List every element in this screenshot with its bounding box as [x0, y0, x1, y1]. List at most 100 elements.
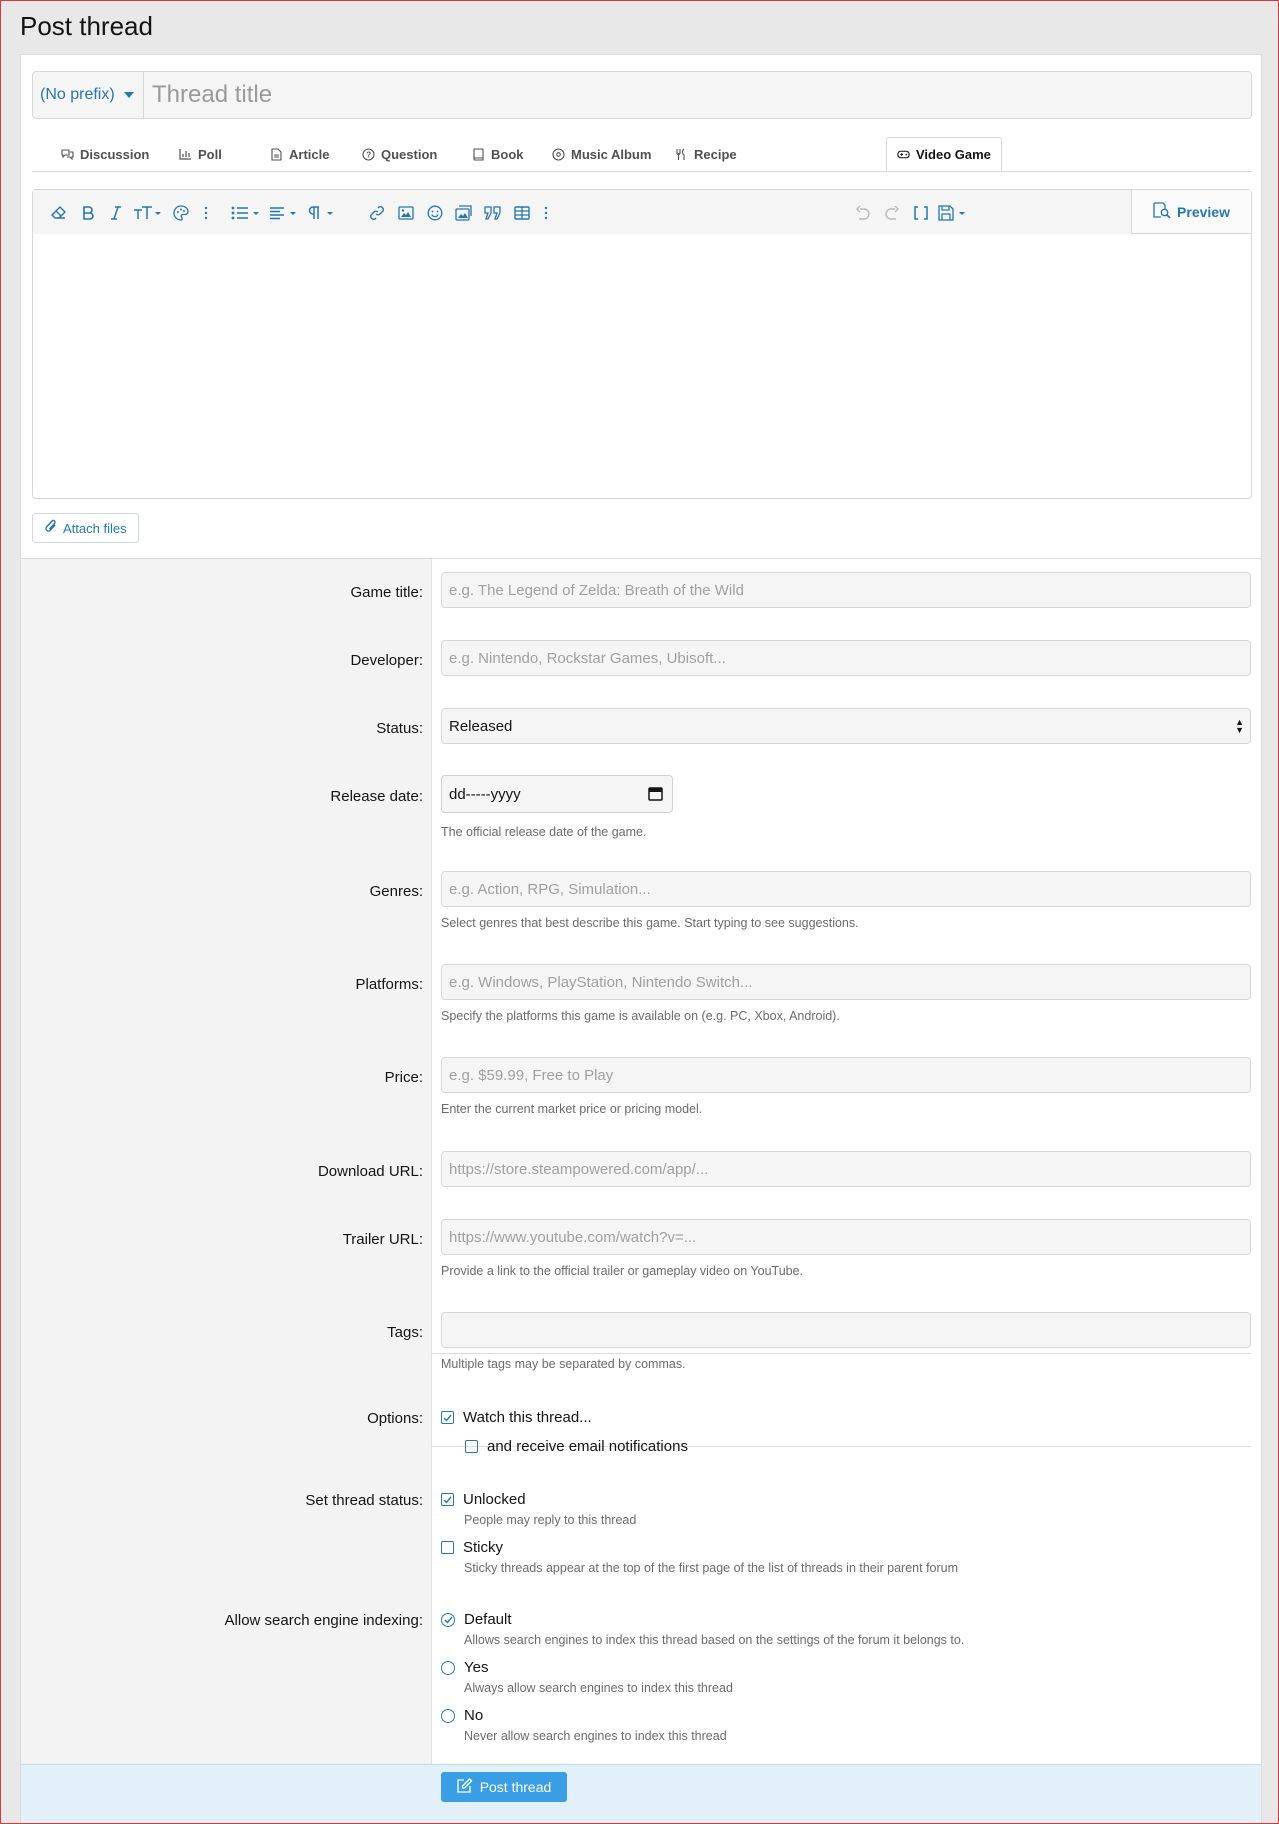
- divider: [431, 1353, 1251, 1354]
- indexing-default-radio[interactable]: Default: [441, 1611, 512, 1628]
- trailer-url-hint: Provide a link to the official trailer o…: [441, 1264, 804, 1278]
- tab-label: Music Album: [571, 146, 652, 162]
- bar-chart-icon: [179, 148, 192, 161]
- bold-icon[interactable]: [77, 202, 99, 224]
- eraser-icon[interactable]: [48, 202, 70, 224]
- genres-input[interactable]: e.g. Action, RPG, Simulation...: [441, 871, 1251, 907]
- gamepad-icon: [897, 148, 910, 161]
- prefix-label: (No prefix): [40, 86, 115, 103]
- date-value: dd-----yyyy: [449, 785, 521, 803]
- tab-article[interactable]: Article: [270, 137, 329, 171]
- release-date-label: Release date:: [330, 788, 423, 805]
- thread-title-input[interactable]: [144, 72, 1251, 118]
- list-icon[interactable]: [231, 202, 261, 224]
- preview-button[interactable]: Preview: [1131, 190, 1251, 234]
- italic-icon[interactable]: [105, 202, 127, 224]
- table-icon[interactable]: [511, 202, 533, 224]
- developer-label: Developer:: [350, 652, 423, 669]
- tab-video-game[interactable]: Video Game: [886, 137, 1002, 171]
- quote-icon[interactable]: [482, 202, 504, 224]
- platforms-hint: Specify the platforms this game is avail…: [441, 1009, 840, 1023]
- indexing-yes-radio[interactable]: Yes: [441, 1659, 488, 1676]
- label-column: [21, 559, 432, 1765]
- tab-question[interactable]: ? Question: [362, 137, 437, 171]
- text-size-icon[interactable]: [133, 202, 161, 224]
- custom-fields-section: Game title: e.g. The Legend of Zelda: Br…: [21, 558, 1261, 1765]
- developer-input[interactable]: e.g. Nintendo, Rockstar Games, Ubisoft..…: [441, 640, 1251, 676]
- link-icon[interactable]: [366, 202, 388, 224]
- align-icon[interactable]: [269, 202, 299, 224]
- download-url-input[interactable]: https://store.steampowered.com/app/...: [441, 1151, 1251, 1187]
- tab-discussion[interactable]: Discussion: [61, 137, 149, 171]
- watch-label: Watch this thread...: [463, 1409, 592, 1426]
- edit-icon: [457, 1778, 473, 1796]
- indexing-no-radio[interactable]: No: [441, 1707, 483, 1724]
- editor-content-area[interactable]: [33, 234, 1251, 498]
- options-label: Options:: [367, 1410, 423, 1427]
- sticky-checkbox[interactable]: Sticky: [441, 1539, 503, 1556]
- tab-label: Poll: [198, 146, 222, 162]
- checkbox-checked-icon: [441, 1411, 454, 1424]
- radio-selected-icon: [441, 1612, 455, 1627]
- price-label: Price:: [384, 1069, 423, 1086]
- price-input[interactable]: e.g. $59.99, Free to Play: [441, 1057, 1251, 1093]
- post-thread-form: (No prefix) Discussion Poll Article ? Qu…: [20, 54, 1262, 1823]
- tab-poll[interactable]: Poll: [179, 137, 222, 171]
- tab-label: Recipe: [694, 146, 737, 162]
- image-icon[interactable]: [395, 202, 417, 224]
- default-label: Default: [464, 1611, 512, 1628]
- tags-label: Tags:: [387, 1324, 423, 1341]
- radio-empty-icon: [441, 1708, 455, 1723]
- book-icon: [472, 147, 485, 161]
- palette-icon[interactable]: [170, 202, 192, 224]
- preview-label: Preview: [1177, 203, 1230, 220]
- chat-bubbles-icon: [61, 148, 74, 161]
- tab-recipe[interactable]: Recipe: [675, 137, 737, 171]
- editor-toolbar: Preview: [33, 190, 1251, 235]
- calendar-icon[interactable]: [648, 786, 663, 805]
- drafts-icon[interactable]: [938, 202, 968, 224]
- sticky-label: Sticky: [463, 1539, 504, 1556]
- attach-files-button[interactable]: Attach files: [32, 513, 139, 543]
- utensils-icon: [675, 148, 688, 161]
- attach-label: Attach files: [63, 520, 127, 536]
- release-date-input[interactable]: dd-----yyyy: [441, 775, 673, 813]
- trailer-url-label: Trailer URL:: [342, 1231, 423, 1248]
- trailer-url-input[interactable]: https://www.youtube.com/watch?v=...: [441, 1219, 1251, 1255]
- preview-icon: [1153, 202, 1171, 221]
- unlocked-checkbox[interactable]: Unlocked: [441, 1491, 526, 1508]
- post-thread-button[interactable]: Post thread: [441, 1772, 567, 1802]
- status-select[interactable]: Released ▲ ▼: [441, 708, 1251, 744]
- undo-icon[interactable]: [852, 202, 874, 224]
- no-label: No: [464, 1707, 484, 1724]
- watch-thread-checkbox[interactable]: Watch this thread...: [441, 1409, 592, 1426]
- document-icon: [270, 147, 283, 161]
- redo-icon[interactable]: [881, 202, 903, 224]
- bbcode-icon[interactable]: [910, 202, 932, 224]
- unlocked-label: Unlocked: [463, 1491, 526, 1508]
- download-url-label: Download URL:: [317, 1163, 423, 1180]
- email-notifications-checkbox[interactable]: and receive email notifications: [465, 1438, 688, 1455]
- tab-book[interactable]: Book: [472, 137, 524, 171]
- game-title-input[interactable]: e.g. The Legend of Zelda: Breath of the …: [441, 572, 1251, 608]
- question-circle-icon: ?: [362, 147, 375, 161]
- post-thread-label: Post thread: [479, 1779, 552, 1795]
- disc-icon: [552, 147, 565, 161]
- select-arrows-icon: ▲ ▼: [1235, 717, 1244, 735]
- paragraph-icon[interactable]: [307, 202, 337, 224]
- prefix-dropdown[interactable]: (No prefix): [33, 72, 144, 118]
- thread-type-tabs: Discussion Poll Article ? Question Book …: [32, 137, 1252, 172]
- unlocked-description: People may reply to this thread: [464, 1513, 637, 1527]
- tags-input[interactable]: [441, 1312, 1251, 1348]
- platforms-input[interactable]: e.g. Windows, PlayStation, Nintendo Swit…: [441, 964, 1251, 1000]
- sticky-description: Sticky threads appear at the top of the …: [464, 1561, 959, 1575]
- more-vertical-icon[interactable]: [535, 202, 557, 224]
- tab-label: Discussion: [80, 146, 150, 162]
- media-icon[interactable]: [453, 202, 475, 224]
- emoji-icon[interactable]: [424, 202, 446, 224]
- checkbox-empty-icon: [441, 1541, 454, 1554]
- checkbox-checked-icon: [441, 1493, 454, 1506]
- more-vertical-icon[interactable]: [195, 202, 217, 224]
- game-title-label: Game title:: [350, 584, 423, 601]
- tab-music-album[interactable]: Music Album: [552, 137, 651, 171]
